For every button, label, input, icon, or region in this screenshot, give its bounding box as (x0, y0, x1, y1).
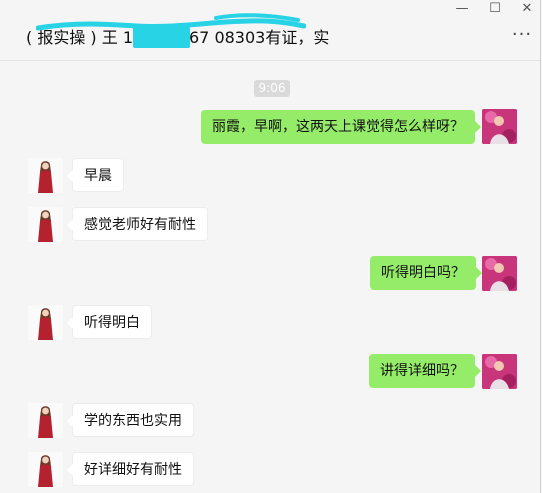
message-bubble-incoming[interactable]: 听得明白 (67, 305, 152, 339)
avatar[interactable] (28, 305, 63, 340)
message-bubble-outgoing[interactable]: 讲得详细吗？ (369, 354, 481, 388)
message-bubble-incoming[interactable]: 学的东西也实用 (67, 403, 194, 437)
more-options-button[interactable]: ··· (509, 24, 535, 45)
contact-avatar-icon (28, 158, 63, 193)
contact-avatar-icon (28, 207, 63, 242)
avatar[interactable] (28, 452, 63, 487)
avatar[interactable] (482, 109, 517, 144)
user-avatar-icon (482, 256, 517, 291)
avatar[interactable] (28, 158, 63, 193)
chat-window: ( 报实操 ) 王 1791 3567 08303有证，实 — ☐ ✕ ··· … (0, 0, 541, 493)
minimize-button[interactable]: — (451, 1, 473, 16)
maximize-button[interactable]: ☐ (484, 1, 506, 16)
avatar[interactable] (28, 207, 63, 242)
close-button[interactable]: ✕ (516, 1, 538, 16)
title-bar: ( 报实操 ) 王 1791 3567 08303有证，实 — ☐ ✕ ··· (0, 0, 540, 61)
message-bubble-incoming[interactable]: 好详细好有耐性 (67, 452, 194, 486)
user-avatar-icon (482, 354, 517, 389)
message-bubble-outgoing[interactable]: 听得明白吗？ (370, 256, 482, 290)
message-bubble-outgoing[interactable]: 丽霞，早啊，这两天上课觉得怎么样呀？ (201, 110, 481, 144)
contact-avatar-icon (28, 305, 63, 340)
avatar[interactable] (482, 354, 517, 389)
contact-avatar-icon (28, 452, 63, 487)
message-timestamp: 9:06 (254, 80, 290, 97)
user-avatar-icon (482, 109, 517, 144)
redaction-scribble (36, 13, 306, 31)
avatar[interactable] (482, 256, 517, 291)
message-bubble-incoming[interactable]: 感觉老师好有耐性 (67, 207, 208, 241)
message-bubble-incoming[interactable]: 早晨 (67, 158, 124, 192)
avatar[interactable] (28, 403, 63, 438)
contact-avatar-icon (28, 403, 63, 438)
